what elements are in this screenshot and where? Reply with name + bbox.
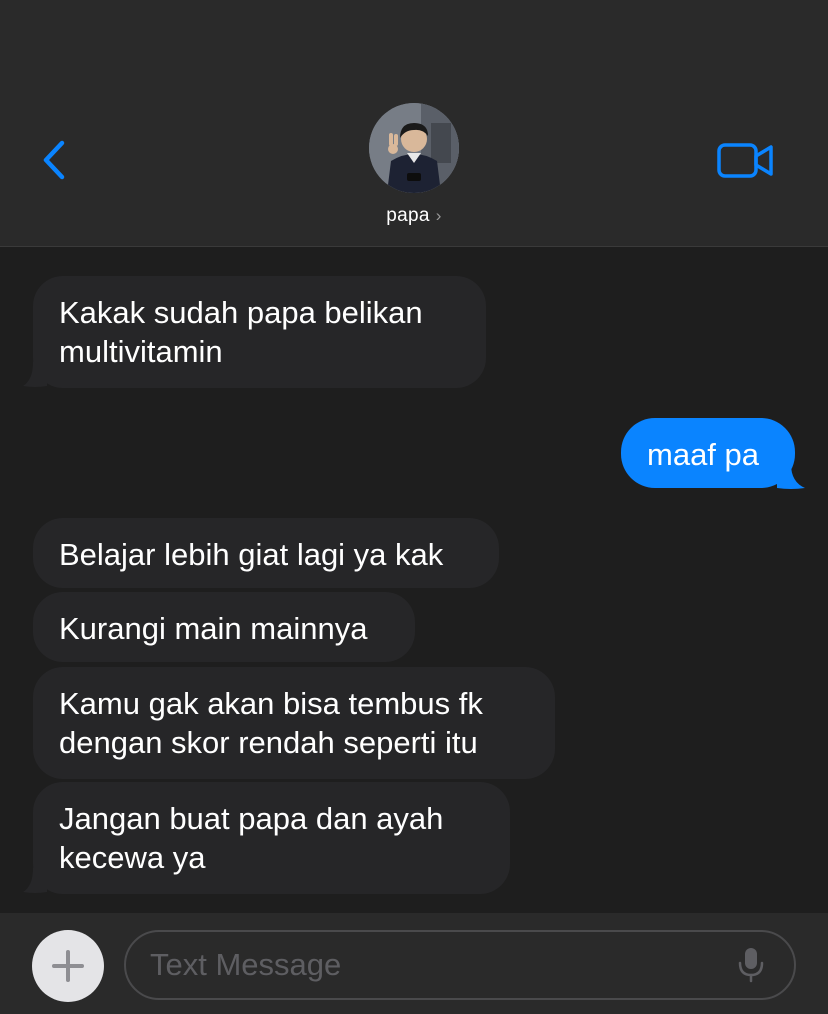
- incoming-message-bubble[interactable]: Kurangi main mainnya: [33, 592, 415, 662]
- message-text: Belajar lebih giat lagi ya kak: [59, 537, 444, 572]
- message-text: Kamu gak akan bisa tembus fk dengan skor…: [59, 686, 483, 760]
- bubble-tail: [23, 362, 47, 387]
- incoming-message-bubble[interactable]: Jangan buat papa dan ayah kecewa ya: [33, 782, 510, 894]
- incoming-message-bubble[interactable]: Kakak sudah papa belikan multivitamin: [33, 276, 486, 388]
- message-text: Kakak sudah papa belikan multivitamin: [59, 295, 423, 369]
- plus-icon: [52, 950, 84, 982]
- message-text: Kurangi main mainnya: [59, 611, 368, 646]
- contact-name-label: papa: [386, 205, 430, 226]
- contact-name-button[interactable]: papa ›: [0, 205, 828, 227]
- messages-screen: papa › Kakak sudah papa belikan multivita…: [0, 0, 828, 1014]
- composer-bar: [0, 913, 828, 1014]
- back-button[interactable]: [36, 137, 76, 183]
- bubble-tail: [777, 464, 805, 489]
- video-camera-icon: [717, 143, 773, 178]
- message-text: maaf pa: [647, 437, 760, 472]
- conversation-header: papa ›: [0, 0, 828, 247]
- chevron-right-icon: ›: [435, 206, 442, 225]
- avatar-photo-icon: [369, 103, 459, 193]
- outgoing-message-bubble[interactable]: maaf pa: [621, 418, 795, 488]
- message-text: Jangan buat papa dan ayah kecewa ya: [59, 801, 444, 875]
- incoming-message-bubble[interactable]: Kamu gak akan bisa tembus fk dengan skor…: [33, 667, 555, 779]
- incoming-message-bubble[interactable]: Belajar lebih giat lagi ya kak: [33, 518, 499, 588]
- contact-avatar[interactable]: [369, 103, 459, 193]
- message-input[interactable]: [124, 930, 796, 1000]
- video-call-button[interactable]: [716, 140, 776, 182]
- microphone-icon: [738, 948, 764, 983]
- bubble-tail: [23, 868, 47, 893]
- chevron-left-icon: [43, 140, 65, 180]
- dictation-button[interactable]: [738, 947, 764, 983]
- add-attachment-button[interactable]: [32, 930, 104, 1002]
